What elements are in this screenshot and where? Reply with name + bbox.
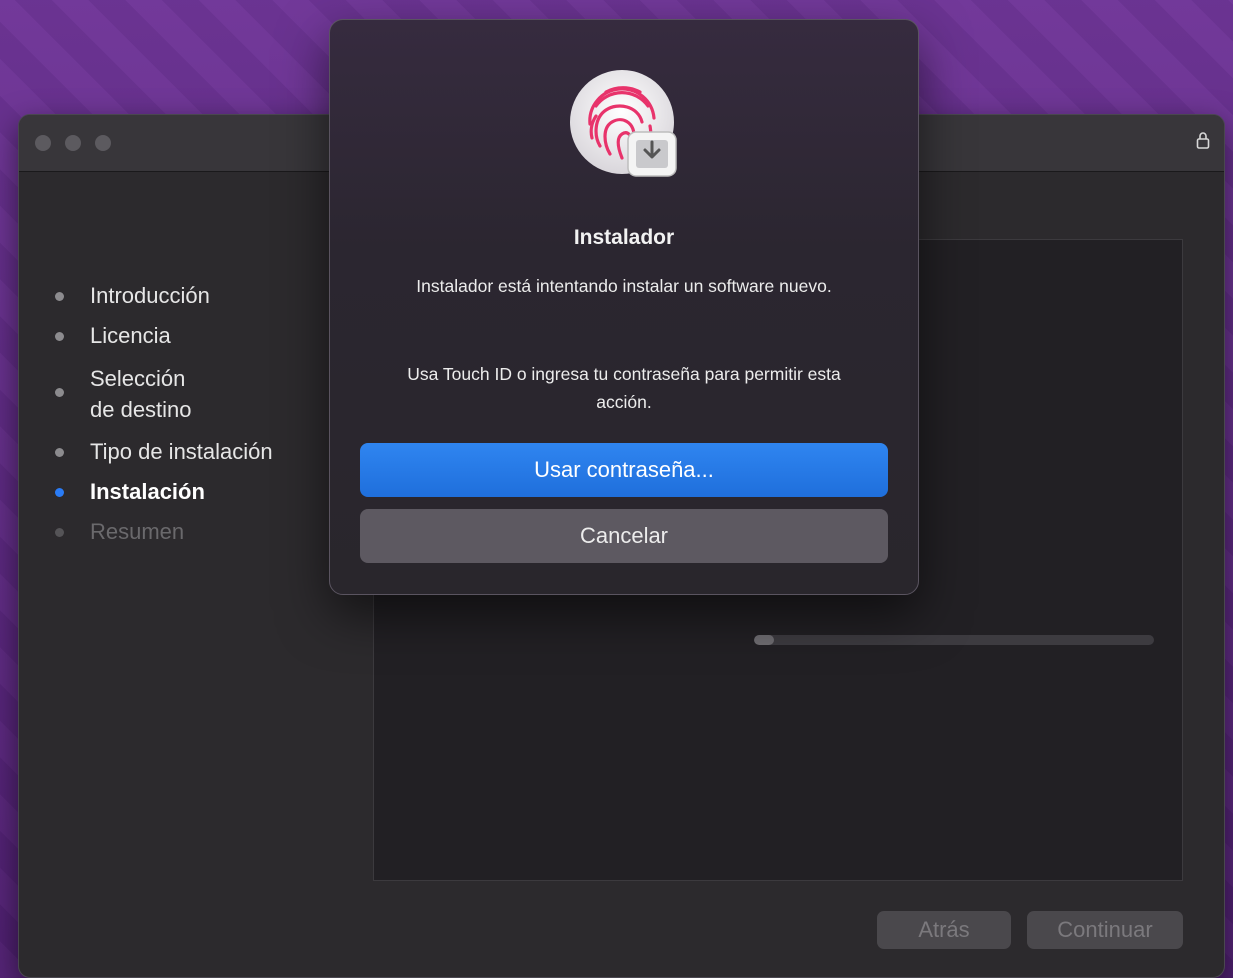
step-resumen: Resumen (55, 519, 355, 545)
dialog-instructions: Usa Touch ID o ingresa tu contraseña par… (407, 364, 841, 412)
step-licencia: Licencia (55, 323, 355, 349)
step-label: Licencia (90, 323, 171, 348)
step-label: Selección de destino (90, 363, 192, 425)
minimize-window-button[interactable] (65, 135, 81, 151)
back-button[interactable]: Atrás (877, 911, 1011, 949)
cancel-button[interactable]: Cancelar (360, 509, 888, 563)
step-label-line2: de destino (90, 397, 192, 422)
dialog-message: Instalador está intentando instalar un s… (416, 276, 832, 296)
install-progress-bar (754, 635, 1154, 645)
touch-id-fingerprint-icon (570, 70, 677, 177)
installer-steps-sidebar: Introducción Licencia Selección de desti… (55, 283, 355, 559)
zoom-window-button[interactable] (95, 135, 111, 151)
continue-button[interactable]: Continuar (1027, 911, 1183, 949)
auth-dialog: Instalador Instalador está intentando in… (329, 19, 919, 595)
step-label: Resumen (90, 519, 185, 544)
dialog-title: Instalador (573, 226, 675, 249)
step-dot (55, 332, 64, 341)
step-dot (55, 448, 64, 457)
step-label: Instalación (90, 479, 205, 504)
step-dot-active (55, 488, 64, 497)
step-seleccion-destino: Selección de destino (55, 363, 355, 425)
use-password-button[interactable]: Usar contraseña... (360, 443, 888, 497)
step-tipo-instalacion: Tipo de instalación (55, 439, 355, 465)
step-instalacion: Instalación (55, 479, 355, 505)
step-dot (55, 292, 64, 301)
step-dot (55, 388, 64, 397)
step-label: Tipo de instalación (90, 439, 273, 464)
window-controls (35, 135, 111, 151)
step-introduccion: Introducción (55, 283, 355, 309)
close-window-button[interactable] (35, 135, 51, 151)
step-label: Introducción (90, 283, 210, 308)
lock-icon (1196, 132, 1210, 149)
install-progress-fill (754, 635, 774, 645)
step-dot (55, 528, 64, 537)
step-label-line1: Selección (90, 366, 186, 391)
